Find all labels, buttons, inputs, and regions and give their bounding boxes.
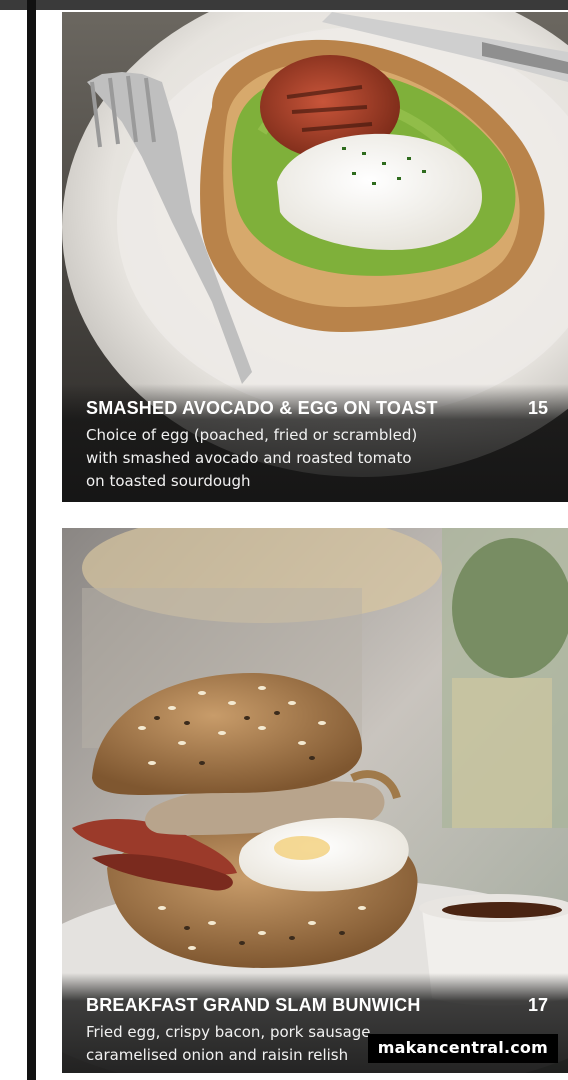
dish-name: SMASHED AVOCADO & EGG ON TOAST: [86, 398, 438, 418]
menu-item-caption: SMASHED AVOCADO & EGG ON TOAST 15 Choice…: [62, 384, 568, 502]
dish-name: BREAKFAST GRAND SLAM BUNWICH: [86, 995, 421, 1015]
dish-description: Choice of egg (poached, fried or scrambl…: [86, 424, 446, 493]
dish-price: 17: [527, 995, 548, 1015]
watermark-label: makancentral.com: [367, 1034, 558, 1063]
left-rule-divider: [27, 0, 36, 1080]
top-border: [0, 0, 568, 10]
description-line: with smashed avocado and roasted tomato: [86, 449, 412, 467]
menu-page: SMASHED AVOCADO & EGG ON TOAST 15 Choice…: [0, 0, 568, 1080]
description-line: on toasted sourdough: [86, 472, 251, 490]
menu-card-avocado-toast[interactable]: SMASHED AVOCADO & EGG ON TOAST 15 Choice…: [62, 12, 568, 502]
menu-card-bunwich[interactable]: BREAKFAST GRAND SLAM BUNWICH 17 Fried eg…: [62, 528, 568, 1073]
description-line: Choice of egg (poached, fried or scrambl…: [86, 426, 418, 444]
menu-item-title-row: SMASHED AVOCADO & EGG ON TOAST 15: [86, 398, 548, 419]
menu-item-title-row: BREAKFAST GRAND SLAM BUNWICH 17: [86, 995, 548, 1016]
dish-price: 15: [527, 398, 548, 418]
